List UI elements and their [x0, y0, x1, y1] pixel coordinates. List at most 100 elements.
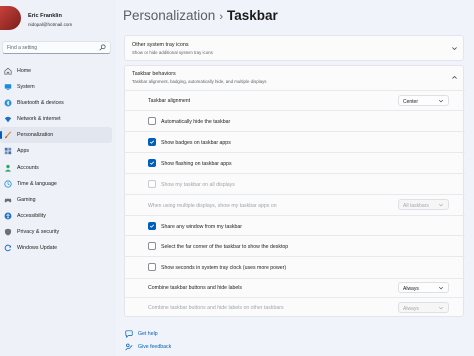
- card-title: Other system tray icons: [132, 42, 189, 48]
- feedback-icon: [125, 343, 133, 351]
- sidebar-item-system[interactable]: System: [0, 79, 112, 95]
- breadcrumb: Personalization › Taskbar: [123, 8, 278, 23]
- breadcrumb-separator: ›: [219, 11, 223, 23]
- sidebar-item-network[interactable]: Network & internet: [0, 111, 112, 127]
- get-help-label: Get help: [138, 331, 158, 337]
- all-displays-row: Show my taskbar on all displays: [125, 173, 465, 194]
- search-placeholder: Find a setting: [7, 45, 38, 51]
- far-corner-row: Select the far corner of the taskbar to …: [125, 235, 465, 256]
- chevron-up-icon[interactable]: [451, 74, 458, 81]
- search-input[interactable]: Find a setting: [2, 41, 111, 54]
- avatar: [0, 6, 21, 30]
- sidebar-item-bluetooth[interactable]: Bluetooth & devices: [0, 95, 112, 111]
- auto-hide-row: Automatically hide the taskbar: [125, 110, 465, 131]
- sidebar-item-label: Accounts: [17, 164, 39, 171]
- multi-display-dropdown[interactable]: All taskbars: [398, 199, 449, 210]
- sidebar-nav: Home System Bluetooth & devices Network …: [0, 63, 116, 256]
- dropdown-value: Always: [403, 285, 419, 292]
- checkmark-icon: [149, 140, 155, 144]
- search-icon: [99, 44, 106, 51]
- badges-row: Show badges on taskbar apps: [125, 131, 465, 152]
- taskbar-alignment-row: Taskbar alignment Center: [125, 90, 465, 110]
- sidebar-item-label: Accessibility: [17, 212, 46, 219]
- chevron-down-icon: [438, 286, 444, 290]
- sidebar-item-label: Windows Update: [17, 245, 58, 252]
- far-corner-checkbox[interactable]: [148, 242, 156, 250]
- profile-email: nidopal@hotmail.com: [28, 22, 73, 27]
- sidebar-item-privacy[interactable]: Privacy & security: [0, 224, 112, 240]
- taskbar-alignment-label: Taskbar alignment: [148, 98, 191, 104]
- sidebar-item-label: Bluetooth & devices: [17, 100, 64, 107]
- badges-label: Show badges on taskbar apps: [161, 140, 231, 146]
- dropdown-value: All taskbars: [403, 202, 429, 209]
- combine-other-dropdown[interactable]: Always: [398, 302, 449, 313]
- card-subtitle: Taskbar alignment, badging, automaticall…: [132, 79, 267, 84]
- give-feedback-link[interactable]: Give feedback: [124, 342, 244, 352]
- card-title: Taskbar behaviors: [132, 71, 176, 77]
- share-window-label: Share any window from my taskbar: [161, 224, 243, 230]
- sidebar-item-label: Home: [17, 68, 32, 74]
- sidebar-item-label: Time & language: [17, 180, 57, 187]
- dropdown-value: Always: [403, 305, 419, 312]
- combine-other-label: Combine taskbar buttons and hide labels …: [148, 305, 284, 311]
- breadcrumb-parent[interactable]: Personalization: [123, 8, 215, 23]
- taskbar-alignment-dropdown[interactable]: Center: [398, 95, 449, 106]
- chevron-down-icon[interactable]: [451, 45, 458, 52]
- far-corner-label: Select the far corner of the taskbar to …: [161, 244, 289, 250]
- badges-checkbox[interactable]: [148, 138, 156, 146]
- card-subtitle: Show or hide additional system tray icon…: [132, 50, 213, 55]
- sidebar-item-gaming[interactable]: Gaming: [0, 192, 112, 208]
- sidebar-item-time-language[interactable]: Time & language: [0, 176, 112, 192]
- share-window-checkbox[interactable]: [148, 222, 156, 230]
- all-displays-label: Show my taskbar on all displays: [161, 182, 235, 188]
- shield-icon: [4, 228, 12, 236]
- sidebar-item-accessibility[interactable]: Accessibility: [0, 208, 112, 224]
- dropdown-value: Center: [403, 98, 419, 105]
- system-tray-icons-card[interactable]: Other system tray icons Show or hide add…: [124, 35, 464, 61]
- taskbar-behaviors-header[interactable]: Taskbar behaviors Taskbar alignment, bad…: [125, 66, 465, 89]
- multi-display-label: When using multiple displays, show my ta…: [148, 203, 277, 209]
- sidebar-item-label: Network & internet: [17, 116, 61, 123]
- flashing-label: Show flashing on taskbar apps: [161, 161, 232, 167]
- multi-display-row: When using multiple displays, show my ta…: [125, 194, 465, 215]
- sidebar-item-apps[interactable]: Apps: [0, 143, 112, 159]
- auto-hide-checkbox[interactable]: [148, 117, 156, 125]
- get-help-link[interactable]: Get help: [124, 329, 244, 339]
- monitor-icon: [4, 84, 12, 90]
- sidebar-item-label: Apps: [17, 148, 30, 155]
- combine-other-row: Combine taskbar buttons and hide labels …: [125, 297, 465, 317]
- person-icon: [4, 164, 12, 172]
- help-icon: [125, 330, 133, 338]
- flashing-checkbox[interactable]: [148, 159, 156, 167]
- sidebar-item-accounts[interactable]: Accounts: [0, 160, 112, 176]
- checkmark-icon: [149, 161, 155, 165]
- sidebar-item-personalization[interactable]: Personalization: [0, 127, 112, 144]
- auto-hide-label: Automatically hide the taskbar: [161, 119, 231, 125]
- user-profile[interactable]: Eric Franklin nidopal@hotmail.com: [0, 4, 116, 30]
- wifi-icon: [4, 117, 12, 123]
- flashing-row: Show flashing on taskbar apps: [125, 152, 465, 173]
- accessibility-icon: [4, 212, 12, 220]
- sidebar-item-windows-update[interactable]: Windows Update: [0, 240, 112, 256]
- seconds-row: Show seconds in system tray clock (uses …: [125, 256, 465, 278]
- sidebar-item-home[interactable]: Home: [0, 63, 112, 79]
- sidebar: Eric Franklin nidopal@hotmail.com Find a…: [0, 0, 116, 356]
- sidebar-item-label: System: [17, 84, 35, 91]
- page-title: Taskbar: [226, 8, 278, 23]
- chevron-down-icon: [438, 99, 444, 103]
- seconds-label: Show seconds in system tray clock (uses …: [161, 265, 287, 271]
- gamepad-icon: [4, 198, 12, 203]
- sidebar-item-label: Gaming: [17, 196, 36, 203]
- all-displays-checkbox[interactable]: [148, 180, 156, 188]
- update-icon: [4, 244, 12, 252]
- sidebar-item-label: Privacy & security: [17, 228, 60, 235]
- home-icon: [4, 67, 12, 75]
- taskbar-behaviors-card: Taskbar behaviors Taskbar alignment, bad…: [124, 65, 465, 317]
- give-feedback-label: Give feedback: [138, 344, 172, 350]
- apps-icon: [4, 148, 12, 155]
- globe-clock-icon: [4, 180, 12, 188]
- combine-dropdown[interactable]: Always: [398, 282, 449, 293]
- combine-label: Combine taskbar buttons and hide labels: [148, 285, 243, 291]
- brush-icon: [4, 131, 12, 139]
- seconds-checkbox[interactable]: [148, 263, 156, 271]
